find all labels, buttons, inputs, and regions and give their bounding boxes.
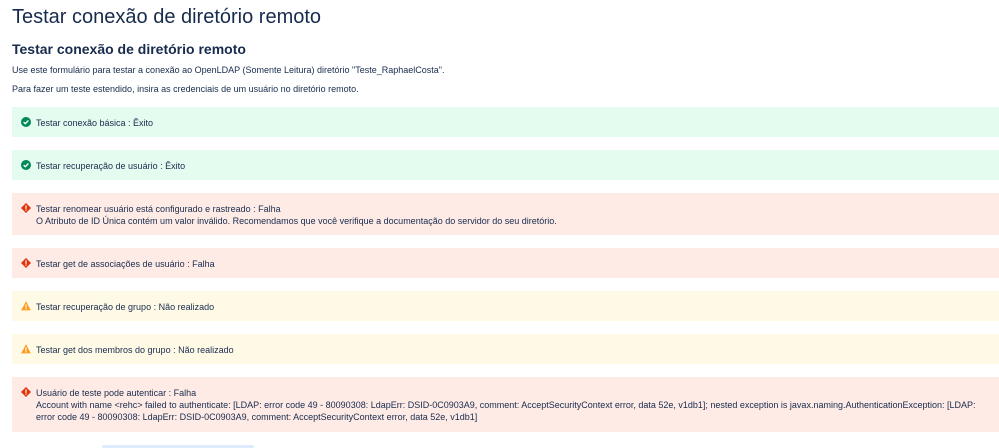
result-text: Usuário de teste pode autenticar : Falha (36, 388, 197, 398)
result-detail: O Atributo de ID Única contém um valor i… (36, 216, 557, 226)
form-description: Use este formulário para testar a conexã… (12, 65, 445, 75)
check-circle-icon (21, 160, 31, 170)
result-group-retrieval: Testar recuperação de grupo : Não realiz… (12, 291, 999, 321)
error-icon (21, 258, 31, 268)
page-title: Testar conexão de diretório remoto (12, 6, 322, 28)
result-text: Testar recuperação de usuário : Êxito (36, 161, 186, 171)
result-text: Testar recuperação de grupo : Não realiz… (36, 302, 215, 312)
warning-icon (21, 301, 31, 311)
error-icon (21, 203, 31, 213)
result-rename-user: Testar renomear usuário está configurado… (12, 193, 999, 235)
result-text: Testar conexão básica : Êxito (36, 118, 154, 128)
result-detail: Account with name <rehc> failed to authe… (36, 400, 976, 422)
result-basic-connection: Testar conexão básica : Êxito (12, 107, 999, 137)
warning-icon (21, 344, 31, 354)
extended-test-hint: Para fazer um teste estendido, insira as… (12, 84, 359, 94)
result-group-members: Testar get dos membros do grupo : Não re… (12, 334, 999, 364)
result-user-memberships: Testar get de associações de usuário : F… (12, 248, 999, 278)
result-text: Testar get dos membros do grupo : Não re… (36, 345, 234, 355)
result-user-authenticate: Usuário de teste pode autenticar : Falha… (12, 377, 999, 432)
check-circle-icon (21, 117, 31, 127)
section-title: Testar conexão de diretório remoto (12, 41, 246, 57)
result-user-retrieval: Testar recuperação de usuário : Êxito (12, 150, 999, 180)
result-text: Testar renomear usuário está configurado… (36, 204, 281, 214)
result-text: Testar get de associações de usuário : F… (36, 259, 215, 269)
error-icon (21, 387, 31, 397)
